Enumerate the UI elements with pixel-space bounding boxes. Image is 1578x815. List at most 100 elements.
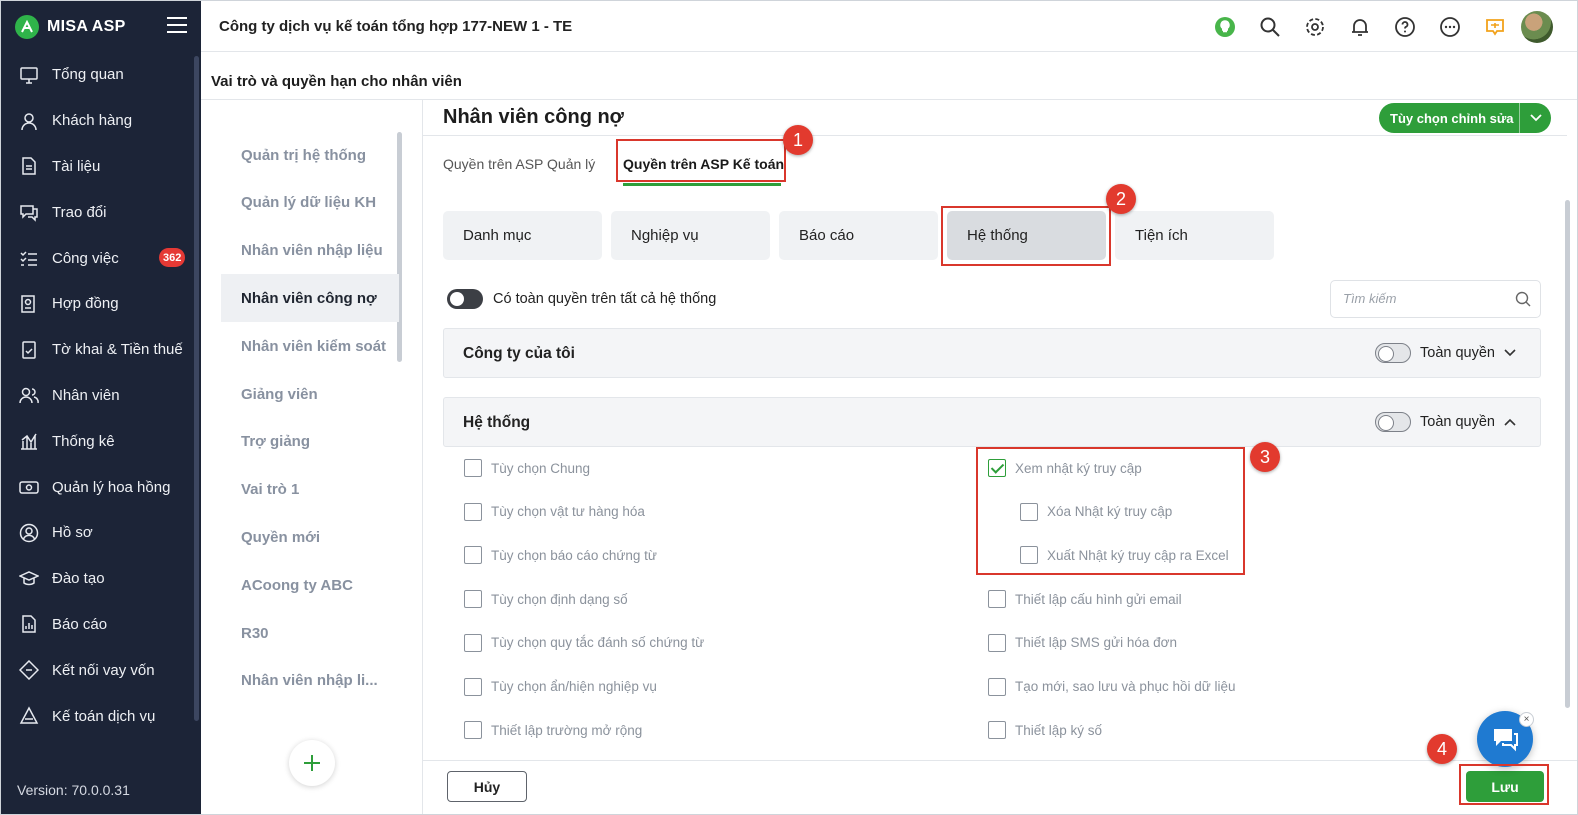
footer-bar: Hủy Lưu: [423, 760, 1577, 814]
permission-checkbox[interactable]: [988, 677, 1006, 696]
permission-item[interactable]: Tùy chọn ẩn/hiện nghiệp vụ: [464, 677, 657, 696]
permission-item[interactable]: Thiết lập ký số: [988, 721, 1102, 740]
permission-checkbox[interactable]: [464, 459, 482, 477]
permission-item[interactable]: Xóa Nhật ký truy cập: [1020, 502, 1172, 521]
active-tab-indicator: [623, 183, 781, 186]
role-item[interactable]: Quản trị hệ thống: [221, 131, 399, 179]
sidebar-item-6[interactable]: Tờ khai & Tiền thuế: [1, 327, 201, 373]
sidebar-item-5[interactable]: Hợp đồng: [1, 281, 201, 327]
category-bao-cao[interactable]: Báo cáo: [779, 211, 938, 260]
marker-3: 3: [1250, 442, 1280, 472]
permission-item[interactable]: Tùy chọn báo cáo chứng từ: [464, 546, 657, 565]
sidebar-item-1[interactable]: Khách hàng: [1, 98, 201, 144]
permission-checkbox[interactable]: [464, 677, 482, 696]
role-item[interactable]: Trợ giảng: [221, 418, 399, 466]
role-item[interactable]: Vai trò 1: [221, 466, 399, 514]
permission-item[interactable]: Tùy chọn định dạng số: [464, 590, 628, 609]
sidebar-item-12[interactable]: Báo cáo: [1, 602, 201, 648]
role-item[interactable]: Nhân viên kiểm soát: [221, 322, 399, 370]
permission-item[interactable]: Thiết lập SMS gửi hóa đơn: [988, 633, 1177, 652]
sidebar-item-7[interactable]: Nhân viên: [1, 373, 201, 419]
edit-options-label[interactable]: Tùy chọn chỉnh sửa: [1379, 111, 1519, 126]
sidebar-item-9[interactable]: Quản lý hoa hồng: [1, 464, 201, 510]
tab-asp-ke-toan[interactable]: Quyền trên ASP Kế toán: [623, 156, 784, 172]
tax-form-icon: [22, 340, 36, 359]
permission-item[interactable]: Tùy chọn quy tắc đánh số chứng từ: [464, 633, 704, 652]
role-item[interactable]: R30: [221, 609, 399, 657]
sidebar-item-2[interactable]: Tài liệu: [1, 144, 201, 190]
permission-checkbox[interactable]: [988, 590, 1006, 609]
permission-checkbox[interactable]: [464, 721, 482, 740]
sidebar-item-13[interactable]: Kết nối vay vốn: [1, 647, 201, 693]
search-icon[interactable]: [1247, 12, 1292, 42]
full-access-toggle[interactable]: [447, 289, 483, 309]
close-icon[interactable]: ×: [1519, 712, 1534, 727]
hamburger-menu-icon[interactable]: [167, 17, 187, 35]
sidebar-item-0[interactable]: Tổng quan: [1, 52, 201, 98]
permission-item[interactable]: Xem nhật ký truy cập: [988, 459, 1142, 477]
role-item[interactable]: Giảng viên: [221, 370, 399, 418]
topbar-icons: [1202, 11, 1553, 43]
permission-item[interactable]: Thiết lập trường mở rộng: [464, 721, 642, 740]
permission-item[interactable]: Thiết lập cấu hình gửi email: [988, 590, 1182, 609]
gear-icon[interactable]: [1292, 12, 1337, 42]
more-icon[interactable]: [1427, 12, 1472, 42]
category-he-thong[interactable]: Hệ thống: [947, 211, 1106, 260]
save-button[interactable]: Lưu: [1466, 771, 1544, 802]
permission-item[interactable]: Tạo mới, sao lưu và phục hồi dữ liệu: [988, 677, 1236, 696]
sidebar-item-3[interactable]: Trao đổi: [1, 189, 201, 235]
app-logo[interactable]: MISA ASP: [15, 15, 126, 39]
permission-item[interactable]: Tùy chọn Chung: [464, 459, 590, 477]
permission-checkbox[interactable]: [1020, 546, 1038, 565]
group-he-thong[interactable]: Hệ thống Toàn quyền: [443, 397, 1541, 447]
add-role-button[interactable]: [289, 740, 335, 786]
main-scrollbar[interactable]: [1565, 200, 1570, 708]
task-count-badge: 362: [159, 248, 186, 268]
bell-icon[interactable]: [1337, 12, 1382, 42]
sidebar-scrollbar[interactable]: [194, 56, 199, 721]
chevron-up-icon[interactable]: [1504, 418, 1516, 426]
edit-options-button[interactable]: Tùy chọn chỉnh sửa: [1379, 103, 1551, 133]
sidebar-item-8[interactable]: Thống kê: [1, 418, 201, 464]
group-cong-ty-cua-toi[interactable]: Công ty của tôi Toàn quyền: [443, 328, 1541, 378]
sidebar-item-4[interactable]: Công việc 362: [1, 235, 201, 281]
role-title: Nhân viên công nợ: [443, 106, 624, 128]
permission-checkbox[interactable]: [464, 590, 482, 609]
category-tien-ich[interactable]: Tiện ích: [1115, 211, 1274, 260]
contract-icon: [21, 295, 35, 313]
role-item[interactable]: Quản lý dữ liệu KH: [221, 179, 399, 227]
role-item[interactable]: Nhân viên công nợ: [221, 274, 399, 323]
sidebar-item-10[interactable]: Hồ sơ: [1, 510, 201, 556]
avatar[interactable]: [1521, 11, 1553, 43]
role-item[interactable]: Quyền mới: [221, 513, 399, 561]
sidebar-item-11[interactable]: Đào tạo: [1, 556, 201, 602]
permission-checkbox[interactable]: [464, 633, 482, 652]
search-icon[interactable]: [1515, 291, 1531, 307]
announcement-icon[interactable]: [1472, 12, 1517, 42]
group-full-access-toggle[interactable]: [1375, 412, 1412, 432]
topbar: Công ty dịch vụ kế toán tổng hợp 177-NEW…: [201, 1, 1577, 52]
permission-item[interactable]: Xuất Nhật ký truy cập ra Excel: [1020, 546, 1229, 565]
cancel-button[interactable]: Hủy: [447, 771, 527, 802]
chevron-down-icon[interactable]: [1504, 349, 1516, 357]
permission-checkbox[interactable]: [464, 502, 482, 521]
permission-checkbox[interactable]: [988, 459, 1006, 477]
lightbulb-icon[interactable]: [1202, 12, 1247, 42]
category-danh-muc[interactable]: Danh mục: [443, 211, 602, 260]
permission-item[interactable]: Tùy chọn vật tư hàng hóa: [464, 502, 645, 521]
permission-checkbox[interactable]: [988, 721, 1006, 740]
role-item[interactable]: Nhân viên nhập liệu: [221, 227, 399, 275]
group-full-access-toggle[interactable]: [1375, 343, 1412, 363]
role-item[interactable]: Nhân viên nhập li...: [221, 657, 399, 705]
permission-checkbox[interactable]: [1020, 502, 1038, 521]
company-name[interactable]: Công ty dịch vụ kế toán tổng hợp 177-NEW…: [219, 18, 572, 35]
sidebar-item-14[interactable]: Kế toán dịch vụ: [1, 693, 201, 739]
permission-checkbox[interactable]: [464, 546, 482, 565]
permission-checkbox[interactable]: [988, 633, 1006, 652]
category-nghiep-vu[interactable]: Nghiệp vụ: [611, 211, 770, 260]
search-input[interactable]: [1343, 291, 1508, 306]
chevron-down-icon[interactable]: [1519, 103, 1551, 133]
tab-asp-quan-ly[interactable]: Quyền trên ASP Quản lý: [443, 156, 595, 172]
help-icon[interactable]: [1382, 12, 1427, 42]
role-item[interactable]: ACoong ty ABC: [221, 561, 399, 609]
